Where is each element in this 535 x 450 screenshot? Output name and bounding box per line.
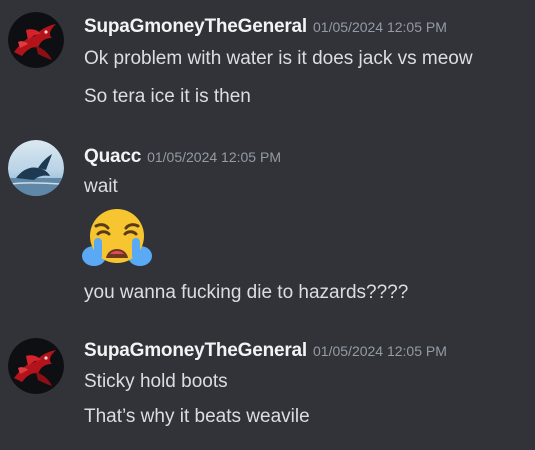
timestamp[interactable]: 01/05/2024 12:05 PM: [313, 343, 447, 359]
message-text: Sticky hold boots: [84, 371, 228, 392]
username[interactable]: SupaGmoneyTheGeneral: [84, 340, 307, 361]
message-text: you wanna fucking die to hazards????: [84, 282, 409, 303]
timestamp[interactable]: 01/05/2024 12:05 PM: [313, 19, 447, 35]
red-dragon-avatar-icon: [8, 338, 64, 394]
username[interactable]: Quacc: [84, 146, 141, 167]
message-group: SupaGmoneyTheGeneral 01/05/2024 12:05 PM …: [0, 326, 535, 450]
red-dragon-avatar-icon: [8, 12, 64, 68]
message-header: Quacc 01/05/2024 12:05 PM: [84, 146, 281, 168]
username[interactable]: SupaGmoneyTheGeneral: [84, 16, 307, 37]
user-avatar[interactable]: [8, 338, 64, 394]
message-group: SupaGmoneyTheGeneral 01/05/2024 12:05 PM …: [0, 0, 535, 120]
timestamp[interactable]: 01/05/2024 12:05 PM: [147, 149, 281, 165]
loudly-crying-face-emoji[interactable]: [80, 206, 154, 266]
whale-sky-avatar-icon: [8, 140, 64, 196]
user-avatar[interactable]: [8, 140, 64, 196]
message-text: Ok problem with water is it does jack vs…: [84, 48, 473, 69]
user-avatar[interactable]: [8, 12, 64, 68]
crying-face-icon: [82, 209, 152, 266]
message-text: wait: [84, 176, 118, 197]
message-header: SupaGmoneyTheGeneral 01/05/2024 12:05 PM: [84, 16, 447, 38]
message-group: Quacc 01/05/2024 12:05 PM wait you wanna …: [0, 130, 535, 320]
chat-message-list: SupaGmoneyTheGeneral 01/05/2024 12:05 PM …: [0, 0, 535, 450]
message-text: So tera ice it is then: [84, 86, 251, 107]
message-text: That’s why it beats weavile: [84, 406, 310, 427]
message-header: SupaGmoneyTheGeneral 01/05/2024 12:05 PM: [84, 340, 447, 362]
